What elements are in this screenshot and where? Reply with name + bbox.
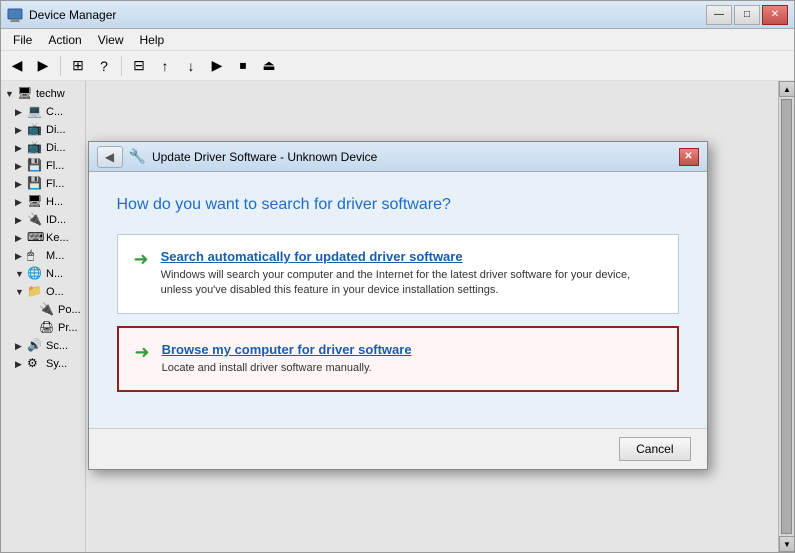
dialog-content: How do you want to search for driver sof…: [89, 172, 707, 428]
toolbar-sep-2: [121, 56, 122, 76]
toolbar-down[interactable]: ↓: [179, 54, 203, 78]
menu-action[interactable]: Action: [40, 31, 89, 49]
toolbar-back[interactable]: ◀: [5, 54, 29, 78]
toolbar-scan[interactable]: ⊟: [127, 54, 151, 78]
window-controls: — □ ✕: [706, 5, 788, 25]
cancel-button[interactable]: Cancel: [619, 437, 690, 461]
window-close-button[interactable]: ✕: [762, 5, 788, 25]
device-manager-window: Device Manager — □ ✕ File Action View He…: [0, 0, 795, 553]
option-text: Search automatically for updated driver …: [161, 249, 662, 299]
toolbar-stop[interactable]: ⏹: [231, 54, 255, 78]
menu-view[interactable]: View: [90, 31, 132, 49]
toolbar-sep-1: [60, 56, 61, 76]
toolbar-forward[interactable]: ▶: [31, 54, 55, 78]
menu-help[interactable]: Help: [132, 31, 173, 49]
dialog-overlay: ◀ 🔧 Update Driver Software - Unknown Dev…: [1, 81, 794, 552]
search-automatically-option[interactable]: ➜ Search automatically for updated drive…: [117, 234, 679, 314]
browse-manually-option[interactable]: ➜ Browse my computer for driver software…: [117, 326, 679, 392]
option-arrow-icon: ➜: [134, 250, 149, 268]
menubar: File Action View Help: [1, 29, 794, 51]
toolbar: ◀ ▶ ⊞ ? ⊟ ↑ ↓ ▶ ⏹ ⏏: [1, 51, 794, 81]
driver-icon: 🔧: [129, 148, 146, 165]
toolbar-play[interactable]: ▶: [205, 54, 229, 78]
window-title: Device Manager: [29, 8, 706, 22]
option-desc: Windows will search your computer and th…: [161, 268, 662, 299]
dialog-footer: Cancel: [89, 428, 707, 469]
minimize-button[interactable]: —: [706, 5, 732, 25]
dialog-back-button[interactable]: ◀: [97, 146, 123, 168]
update-driver-dialog: ◀ 🔧 Update Driver Software - Unknown Dev…: [88, 141, 708, 470]
dialog-question: How do you want to search for driver sof…: [117, 196, 679, 214]
toolbar-up[interactable]: ↑: [153, 54, 177, 78]
option-title: Browse my computer for driver software: [162, 342, 661, 357]
option-arrow-icon: ➜: [135, 343, 150, 361]
main-area: ▼ 🖥 techw ▶ 💻 C... ▶ 📺 Di... ▶ 📺 Di... ▶: [1, 81, 794, 552]
toolbar-eject[interactable]: ⏏: [257, 54, 281, 78]
titlebar: Device Manager — □ ✕: [1, 1, 794, 29]
dialog-titlebar: ◀ 🔧 Update Driver Software - Unknown Dev…: [89, 142, 707, 172]
dialog-close-button[interactable]: ✕: [679, 148, 699, 166]
app-icon: [7, 7, 23, 23]
option-text: Browse my computer for driver software L…: [162, 342, 661, 376]
toolbar-properties[interactable]: ⊞: [66, 54, 90, 78]
option-desc: Locate and install driver software manua…: [162, 361, 661, 376]
toolbar-help[interactable]: ?: [92, 54, 116, 78]
menu-file[interactable]: File: [5, 31, 40, 49]
option-title: Search automatically for updated driver …: [161, 249, 662, 264]
dialog-title: Update Driver Software - Unknown Device: [152, 150, 679, 164]
maximize-button[interactable]: □: [734, 5, 760, 25]
